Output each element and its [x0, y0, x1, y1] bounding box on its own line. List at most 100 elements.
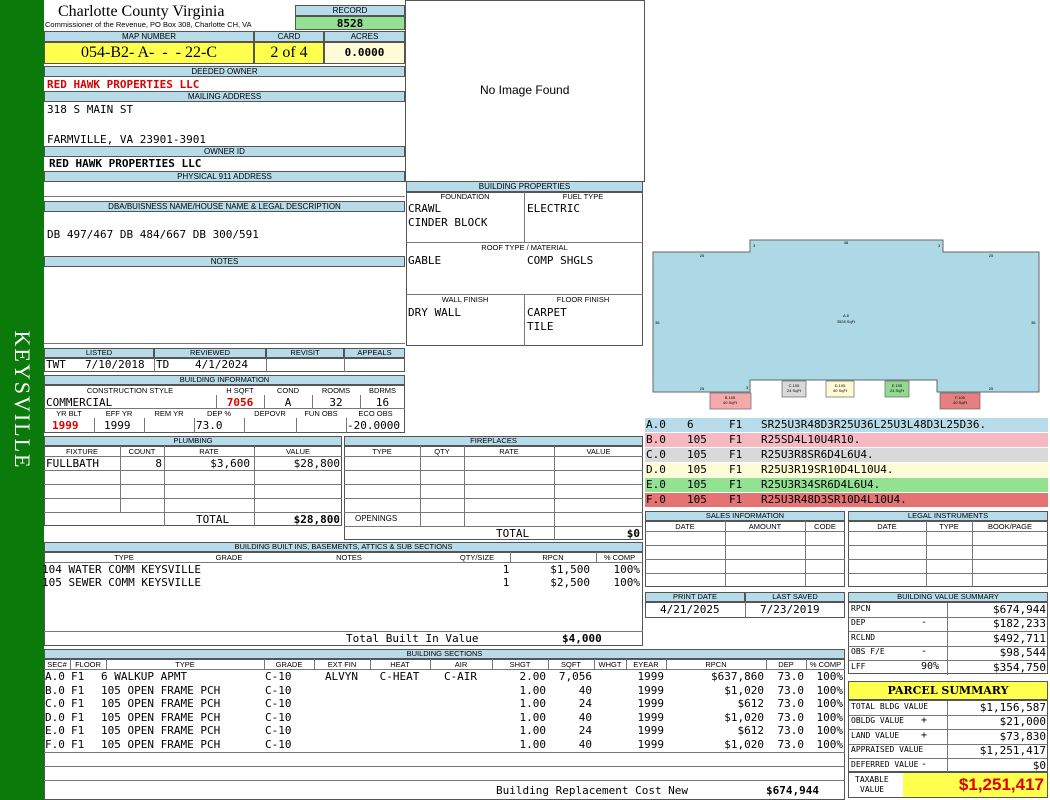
- fireplaces-label: FIREPLACES: [344, 436, 643, 446]
- legend-path: R25U3R8SR6D4L6U4.: [761, 448, 874, 461]
- summary-value: $674,944: [993, 603, 1046, 616]
- section-cell: 6 WALKUP APMT: [101, 670, 188, 683]
- section-cell: 73.0: [777, 697, 805, 711]
- plumbing-label: PLUMBING: [44, 436, 342, 446]
- summary-label: RCLND: [851, 632, 876, 642]
- sketch-legend: A.0 6 F1 SR25U3R48D3R25U36L25U3L48D3L25D36.…: [645, 418, 1048, 508]
- sales-label: SALES INFORMATION: [645, 511, 845, 521]
- summary-label: RPCN: [851, 604, 871, 613]
- sections-label: BUILDING SECTIONS: [44, 649, 845, 659]
- legend-sec: D.0: [646, 463, 666, 476]
- last-saved-label: LAST SAVED: [745, 592, 845, 602]
- section-cell: 73.0: [777, 724, 805, 738]
- taxable-value: $1,251,417: [903, 773, 1047, 797]
- svg-text:40 SqFt: 40 SqFt: [723, 400, 738, 405]
- mailing-line1: 318 S MAIN ST: [47, 103, 134, 116]
- legend-floor: F1: [729, 448, 743, 461]
- legend-sec: F.0: [646, 493, 666, 506]
- summary-sign: +: [921, 715, 928, 727]
- plumbing-fixture: FULLBATH: [46, 457, 99, 470]
- cond-label: COND: [276, 386, 300, 395]
- section-cell: ALVYN: [324, 670, 359, 683]
- summary-label: DEP: [851, 618, 866, 628]
- floor-finish-label: FLOOR FINISH: [556, 295, 610, 304]
- taxable-label-2: VALUE: [860, 785, 885, 794]
- legal-col-date: DATE: [877, 522, 897, 531]
- section-col: EXT FIN: [327, 660, 357, 669]
- physical-label: PHYSICAL 911 ADDRESS: [44, 171, 405, 182]
- legend-sec: B.0: [646, 433, 666, 446]
- section-cell: E.0: [45, 724, 65, 738]
- section-cell: 24: [578, 724, 592, 738]
- section-cell: 1.00: [519, 683, 547, 697]
- construction-label: CONSTRUCTION STYLE: [86, 386, 174, 395]
- replacement-label: Building Replacement Cost New: [496, 784, 689, 797]
- plumbing-value: $28,800: [293, 457, 340, 470]
- svg-text:24 SqFt: 24 SqFt: [890, 388, 905, 393]
- roof-material-value: COMP SHGLS: [527, 254, 594, 267]
- fuel-value: ELECTRIC: [527, 202, 580, 215]
- builtins-total: $4,000: [562, 632, 602, 645]
- summary-sign: +: [921, 729, 928, 741]
- section-cell: 100%: [816, 683, 844, 697]
- legend-row: C.0 105 F1 R25U3R8SR6D4L6U4.: [645, 448, 1048, 463]
- yrblt-value: 1999: [52, 419, 79, 432]
- section-col: SQFT: [561, 660, 581, 669]
- photo-placeholder: No Image Found: [480, 83, 570, 97]
- mailing-label: MAILING ADDRESS: [44, 91, 405, 102]
- svg-text:24 SqFt: 24 SqFt: [787, 388, 802, 393]
- roof-label: ROOF TYPE / MATERIAL: [481, 243, 568, 252]
- sketch-main-area: 3528 SqFt: [837, 319, 856, 324]
- section-cell: 1999: [637, 710, 665, 724]
- summary-label: LAND VALUE: [851, 730, 900, 740]
- legend-sec: E.0: [646, 478, 666, 491]
- section-cell: 105 OPEN FRAME PCH: [101, 683, 221, 697]
- summary-value: $492,711: [993, 631, 1046, 645]
- sales-col-amount: AMOUNT: [748, 522, 782, 531]
- building-sketch: A.6 3528 SqFt 48 25 3 36 36 25 3 25 3 25…: [652, 239, 1040, 410]
- revisit-label: REVISIT: [266, 348, 344, 358]
- section-col-divider: [430, 659, 431, 669]
- section-col-divider: [492, 659, 493, 669]
- legend-code: 105: [687, 463, 707, 476]
- section-cell: 73.0: [777, 710, 805, 724]
- builtin-rpcn: $1,500: [550, 563, 590, 576]
- fireplaces-total: $0: [626, 527, 640, 540]
- summary-value: $73,830: [999, 729, 1046, 743]
- listed-label: LISTED: [44, 348, 154, 358]
- parcel-summary-label: PARCEL SUMMARY: [848, 681, 1048, 700]
- section-col: SHGT: [509, 660, 531, 669]
- legend-sec: A.0: [646, 418, 666, 431]
- building-properties-label: BUILDING PROPERTIES: [406, 181, 643, 192]
- section-cell: B.0: [45, 683, 65, 697]
- section-cell: C-10: [265, 710, 292, 724]
- section-cell: 105 OPEN FRAME PCH: [101, 710, 221, 724]
- section-cell: 105 OPEN FRAME PCH: [101, 738, 221, 751]
- summary-value: $354,750: [993, 660, 1046, 674]
- builtin-type: 105 SEWER COMM KEYSVILLE: [42, 576, 201, 589]
- summary-label: OBS F/E: [851, 647, 885, 657]
- wall-finish-label: WALL FINISH: [441, 295, 489, 304]
- section-cell: 2.00: [519, 670, 547, 683]
- summary-value: $1,251,417: [979, 744, 1046, 758]
- section-col: FLOOR: [75, 660, 101, 669]
- fireplaces-openings-label: OPENINGS: [355, 514, 398, 523]
- owner-label: DEEDED OWNER: [44, 66, 405, 77]
- last-saved-value: 7/23/2019: [760, 603, 820, 616]
- fireplaces-col-rate: RATE: [499, 447, 519, 456]
- section-col: DEP: [778, 660, 794, 669]
- legend-code: 105: [687, 493, 707, 506]
- sketch-section-b: B.105 40 SqFt: [709, 392, 752, 410]
- replacement-value: $674,944: [766, 784, 819, 797]
- acres-value: 0.0000: [324, 42, 405, 64]
- legend-row: D.0 105 F1 R25U3R19SR10D4L10U4.: [645, 463, 1048, 478]
- appeals-label: APPEALS: [344, 348, 405, 358]
- section-cell: C.0: [45, 697, 65, 711]
- hsqft-label: H SQFT: [226, 386, 254, 395]
- section-cell: F.0: [45, 738, 65, 751]
- reviewed-by: TD: [156, 358, 170, 371]
- summary-divider: [947, 715, 948, 730]
- floor-finish-value-1: CARPET: [527, 306, 567, 319]
- yrblt-label: YR BLT: [56, 409, 82, 418]
- section-col-divider: [548, 659, 549, 669]
